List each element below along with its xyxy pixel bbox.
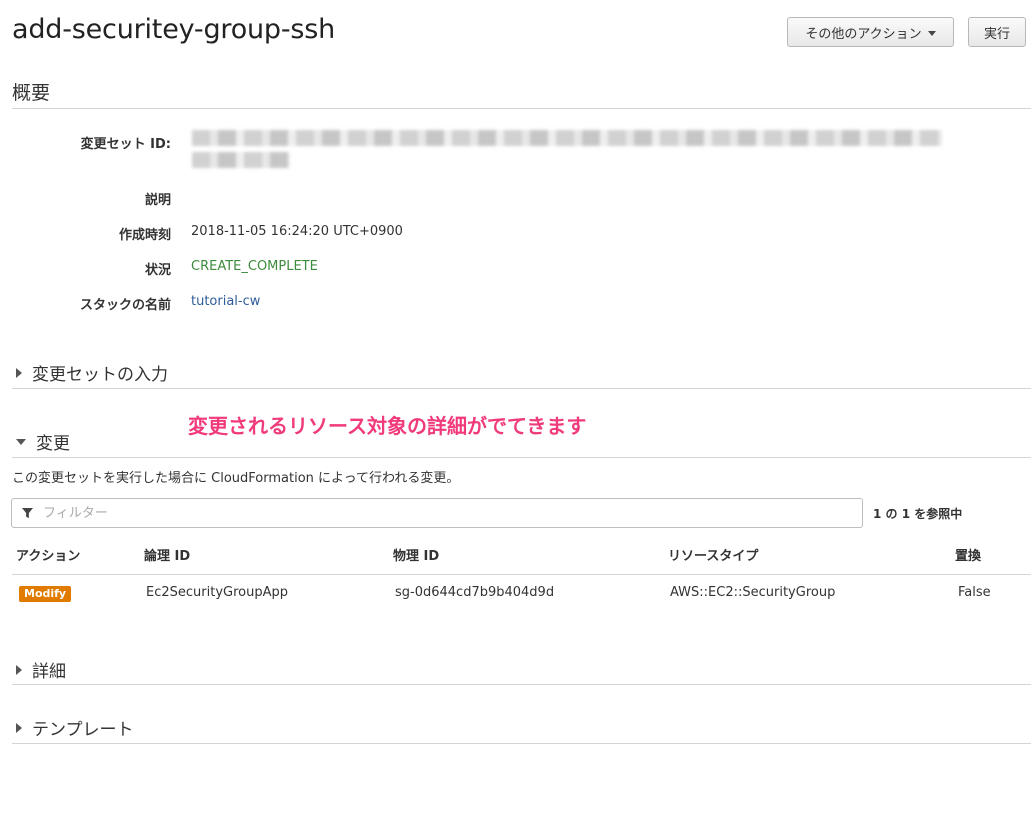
changeset-id-value-redacted: [192, 130, 942, 168]
filter-input[interactable]: [41, 504, 825, 522]
annotation-text: 変更されるリソース対象の詳細がでてきます: [188, 414, 587, 438]
overview-title: 概要: [12, 82, 51, 104]
template-toggle[interactable]: テンプレート: [16, 715, 134, 740]
created-time-value: 2018-11-05 16:24:20 UTC+0900: [191, 224, 403, 239]
replacement-cell: False: [958, 585, 991, 600]
divider: [12, 388, 1031, 389]
physical-id-cell: sg-0d644cd7b9b404d9d: [395, 585, 555, 600]
result-count: 1 の 1 を参照中: [873, 507, 963, 521]
resource-type-cell: AWS::EC2::SecurityGroup: [670, 585, 836, 600]
caret-right-icon: [16, 367, 22, 378]
chevron-down-icon: [927, 30, 936, 36]
divider: [12, 574, 1031, 575]
column-header-physical-id[interactable]: 物理 ID: [393, 545, 439, 564]
stack-name-link[interactable]: tutorial-cw: [191, 294, 260, 309]
other-actions-label: その他のアクション: [805, 26, 922, 42]
status-value: CREATE_COMPLETE: [191, 259, 318, 274]
caret-right-icon: [16, 664, 22, 675]
changeset-id-label: 変更セット ID:: [80, 137, 171, 152]
column-header-resource-type[interactable]: リソースタイプ: [668, 545, 758, 564]
column-header-replacement[interactable]: 置換: [955, 545, 981, 564]
changeset-inputs-label: 変更セットの入力: [32, 365, 168, 385]
created-time-label: 作成時刻: [118, 228, 171, 243]
details-label: 詳細: [32, 662, 66, 682]
action-badge: Modify: [19, 586, 72, 602]
caret-down-icon: [16, 438, 26, 445]
template-label: テンプレート: [32, 720, 134, 740]
logical-id-cell: Ec2SecurityGroupApp: [146, 585, 288, 600]
divider: [12, 457, 1031, 458]
filter-field[interactable]: [11, 498, 863, 528]
details-toggle[interactable]: 詳細: [16, 657, 66, 682]
column-header-action[interactable]: アクション: [16, 545, 80, 564]
page-title: add-securitey-group-ssh: [12, 14, 336, 45]
execute-button[interactable]: 実行: [968, 17, 1026, 47]
description-label: 説明: [144, 193, 171, 208]
caret-right-icon: [16, 722, 22, 733]
changes-toggle[interactable]: 変更: [16, 429, 70, 454]
changes-description: この変更セットを実行した場合に CloudFormation によって行われる変…: [12, 471, 460, 486]
divider: [12, 743, 1031, 744]
other-actions-button[interactable]: その他のアクション: [787, 17, 954, 47]
changes-label: 変更: [36, 434, 70, 454]
execute-label: 実行: [983, 26, 1010, 42]
changeset-inputs-toggle[interactable]: 変更セットの入力: [16, 360, 168, 385]
stack-name-label: スタックの名前: [79, 298, 171, 313]
divider: [12, 684, 1031, 685]
column-header-logical-id[interactable]: 論理 ID: [144, 545, 190, 564]
funnel-icon: [22, 507, 33, 518]
divider: [12, 108, 1031, 109]
status-label: 状況: [144, 263, 171, 278]
